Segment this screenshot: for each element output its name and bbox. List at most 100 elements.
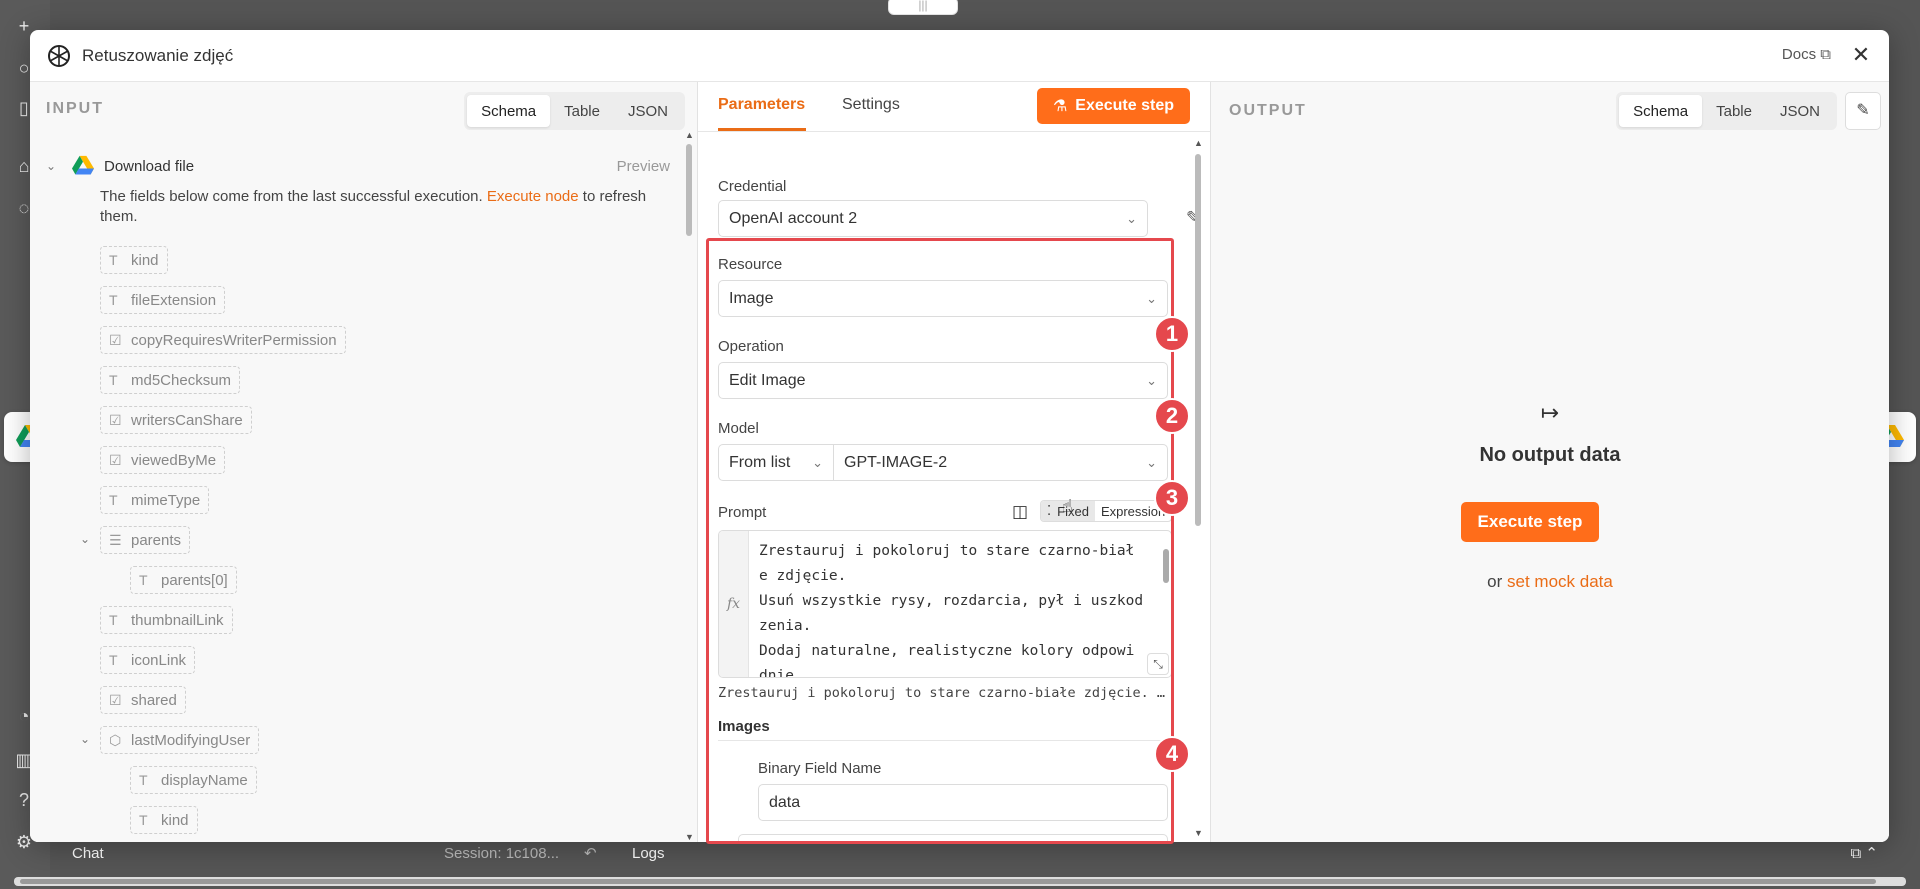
boolean-type-icon: ☑ xyxy=(109,451,122,468)
output-tab-json[interactable]: JSON xyxy=(1766,95,1834,127)
text-type-icon: T xyxy=(139,572,148,588)
field-lastmodifyinguser[interactable]: ⬡ lastModifyingUser xyxy=(100,726,260,754)
model-label: Model xyxy=(718,420,759,437)
chevron-down-icon: ⌄ xyxy=(812,454,823,470)
preview-link[interactable]: Preview xyxy=(617,158,670,175)
field-displayname[interactable]: TdisplayName xyxy=(130,766,257,794)
reset-icon[interactable]: ↶ xyxy=(584,844,597,862)
fx-icon: fx xyxy=(719,531,749,677)
scroll-up-icon[interactable]: ▲ xyxy=(1194,138,1203,148)
chevron-down-icon[interactable]: ⌄ xyxy=(80,532,90,546)
resource-label: Resource xyxy=(718,256,783,273)
field-parents[interactable]: ☰ parents xyxy=(100,526,191,554)
set-mock-data-link[interactable]: set mock data xyxy=(1507,572,1613,591)
model-mode-select[interactable]: From list ⌄ xyxy=(718,444,834,481)
logs-label[interactable]: Logs xyxy=(632,845,665,862)
resource-select[interactable]: Image ⌄ xyxy=(718,280,1168,317)
model-select[interactable]: GPT-IMAGE-2 ⌄ xyxy=(833,444,1168,481)
list-type-icon: ☰ xyxy=(109,531,122,548)
add-image-button[interactable]: Add Image xyxy=(738,834,1168,842)
binary-field-label: Binary Field Name xyxy=(758,760,882,777)
chevron-down-icon: ⌄ xyxy=(1146,290,1157,306)
no-output-text: No output data xyxy=(1479,444,1621,466)
credential-select[interactable]: OpenAI account 2 ⌄ xyxy=(718,200,1148,237)
output-tab-table[interactable]: Table xyxy=(1702,95,1766,127)
field-fileextension[interactable]: TfileExtension xyxy=(100,286,226,314)
text-type-icon: T xyxy=(139,772,148,788)
prompt-text[interactable]: Zrestauruj i pokoloruj to stare czarno-b… xyxy=(759,539,1155,677)
mock-data-line: or set mock data xyxy=(1487,572,1613,591)
input-tab-json[interactable]: JSON xyxy=(614,95,682,127)
output-execute-button[interactable]: Execute step xyxy=(1461,502,1599,542)
session-label: Session: 1c108... xyxy=(444,844,560,862)
divider xyxy=(718,740,1178,741)
edit-output-icon[interactable]: ✎ xyxy=(1845,92,1881,130)
chevron-down-icon[interactable]: ⌄ xyxy=(46,159,62,173)
field-thumbnaillink[interactable]: TthumbnailLink xyxy=(100,606,233,634)
field-parents-0[interactable]: Tparents[0] xyxy=(130,566,237,594)
scroll-down-icon[interactable]: ▼ xyxy=(1194,828,1203,838)
drag-icon: ⁚ xyxy=(1047,503,1052,518)
execute-node-link[interactable]: Execute node xyxy=(487,188,579,205)
params-scrollbar[interactable]: ▲ ▼ xyxy=(1194,138,1203,838)
prompt-scrollbar[interactable] xyxy=(1163,549,1169,583)
prompt-editor[interactable]: fx Zrestauruj i pokoloruj to stare czarn… xyxy=(718,530,1172,678)
tab-settings[interactable]: Settings xyxy=(842,96,900,114)
modal-header: Retuszowanie zdjęć Docs ⧉ ✕ xyxy=(30,30,1889,82)
output-tab-schema[interactable]: Schema xyxy=(1619,95,1703,127)
boolean-type-icon: ☑ xyxy=(109,691,122,708)
credential-label: Credential xyxy=(718,178,787,195)
field-kind[interactable]: Tkind xyxy=(100,246,168,274)
horizontal-scrollbar[interactable] xyxy=(14,877,1906,886)
expand-icon[interactable]: ⤡ xyxy=(1147,653,1169,675)
scroll-up-icon[interactable]: ▲ xyxy=(685,130,694,140)
param-tabs: Parameters Settings ⚗ Execute step xyxy=(698,82,1210,132)
chevron-down-icon[interactable]: ⌄ xyxy=(80,732,90,746)
text-type-icon: T xyxy=(109,492,118,508)
input-tab-schema[interactable]: Schema xyxy=(467,95,551,127)
output-view-tabs: Schema Table JSON xyxy=(1616,92,1837,130)
flask-icon: ⚗ xyxy=(1052,98,1068,115)
field-copyrequireswriterpermission[interactable]: ☑ copyRequiresWriterPermission xyxy=(100,326,346,354)
operation-select[interactable]: Edit Image ⌄ xyxy=(718,362,1168,399)
text-type-icon: T xyxy=(109,292,118,308)
annotation-badge-1: 1 xyxy=(1154,316,1190,352)
chevron-down-icon: ⌄ xyxy=(1146,454,1157,470)
scroll-down-icon[interactable]: ▼ xyxy=(685,832,694,842)
node-row[interactable]: ⌄ Download file Preview xyxy=(46,154,686,178)
annotation-badge-3: 3 xyxy=(1154,480,1190,516)
output-panel: OUTPUT Schema Table JSON ✎ ↦ No output d… xyxy=(1210,82,1889,842)
field-md5checksum[interactable]: Tmd5Checksum xyxy=(100,366,241,394)
field-writerscanshare[interactable]: ☑ writersCanShare xyxy=(100,406,252,434)
panel-drag-handle[interactable]: ||| xyxy=(888,0,958,15)
field-shared[interactable]: ☑ shared xyxy=(100,686,186,714)
fixed-expression-toggle: ⁚ Fixed Expression xyxy=(1040,500,1173,522)
docs-link[interactable]: Docs ⧉ xyxy=(1782,46,1831,63)
field-iconlink[interactable]: TiconLink xyxy=(100,646,196,674)
node-name: Download file xyxy=(104,157,195,175)
tab-parameters[interactable]: Parameters xyxy=(718,96,805,114)
execute-step-button[interactable]: ⚗ Execute step xyxy=(1036,88,1190,124)
popout-icon[interactable]: ⧉ ⌃ xyxy=(1851,844,1878,862)
field-mimetype[interactable]: TmimeType xyxy=(100,486,210,514)
input-panel: INPUT Schema Table JSON ⌄ Download file … xyxy=(30,82,698,842)
external-link-icon: ⧉ xyxy=(1820,46,1831,63)
text-type-icon: T xyxy=(109,612,118,628)
binary-field-input[interactable]: data xyxy=(758,784,1168,821)
close-button[interactable]: ✕ xyxy=(1849,42,1873,68)
field-kind-2[interactable]: Tkind xyxy=(130,806,198,834)
chat-label[interactable]: Chat xyxy=(72,845,104,862)
output-arrow-icon: ↦ xyxy=(1540,400,1560,425)
modal-title: Retuszowanie zdjęć xyxy=(82,45,234,65)
split-view-icon[interactable]: ◫ xyxy=(1012,502,1028,522)
input-tab-table[interactable]: Table xyxy=(550,95,614,127)
bottom-bar: Chat Session: 1c108... ↶ Logs ⧉ ⌃ xyxy=(30,838,1890,868)
input-scrollbar[interactable]: ▲ ▼ xyxy=(685,130,694,842)
output-label: OUTPUT xyxy=(1229,102,1307,119)
chevron-down-icon: ⌄ xyxy=(1126,210,1137,226)
active-tab-indicator xyxy=(718,128,806,131)
input-view-tabs: Schema Table JSON xyxy=(464,92,685,130)
input-label: INPUT xyxy=(46,100,104,117)
field-viewedbyme[interactable]: ☑ viewedByMe xyxy=(100,446,226,474)
prompt-preview: Zrestauruj i pokoloruj to stare czarno-b… xyxy=(718,685,1172,701)
